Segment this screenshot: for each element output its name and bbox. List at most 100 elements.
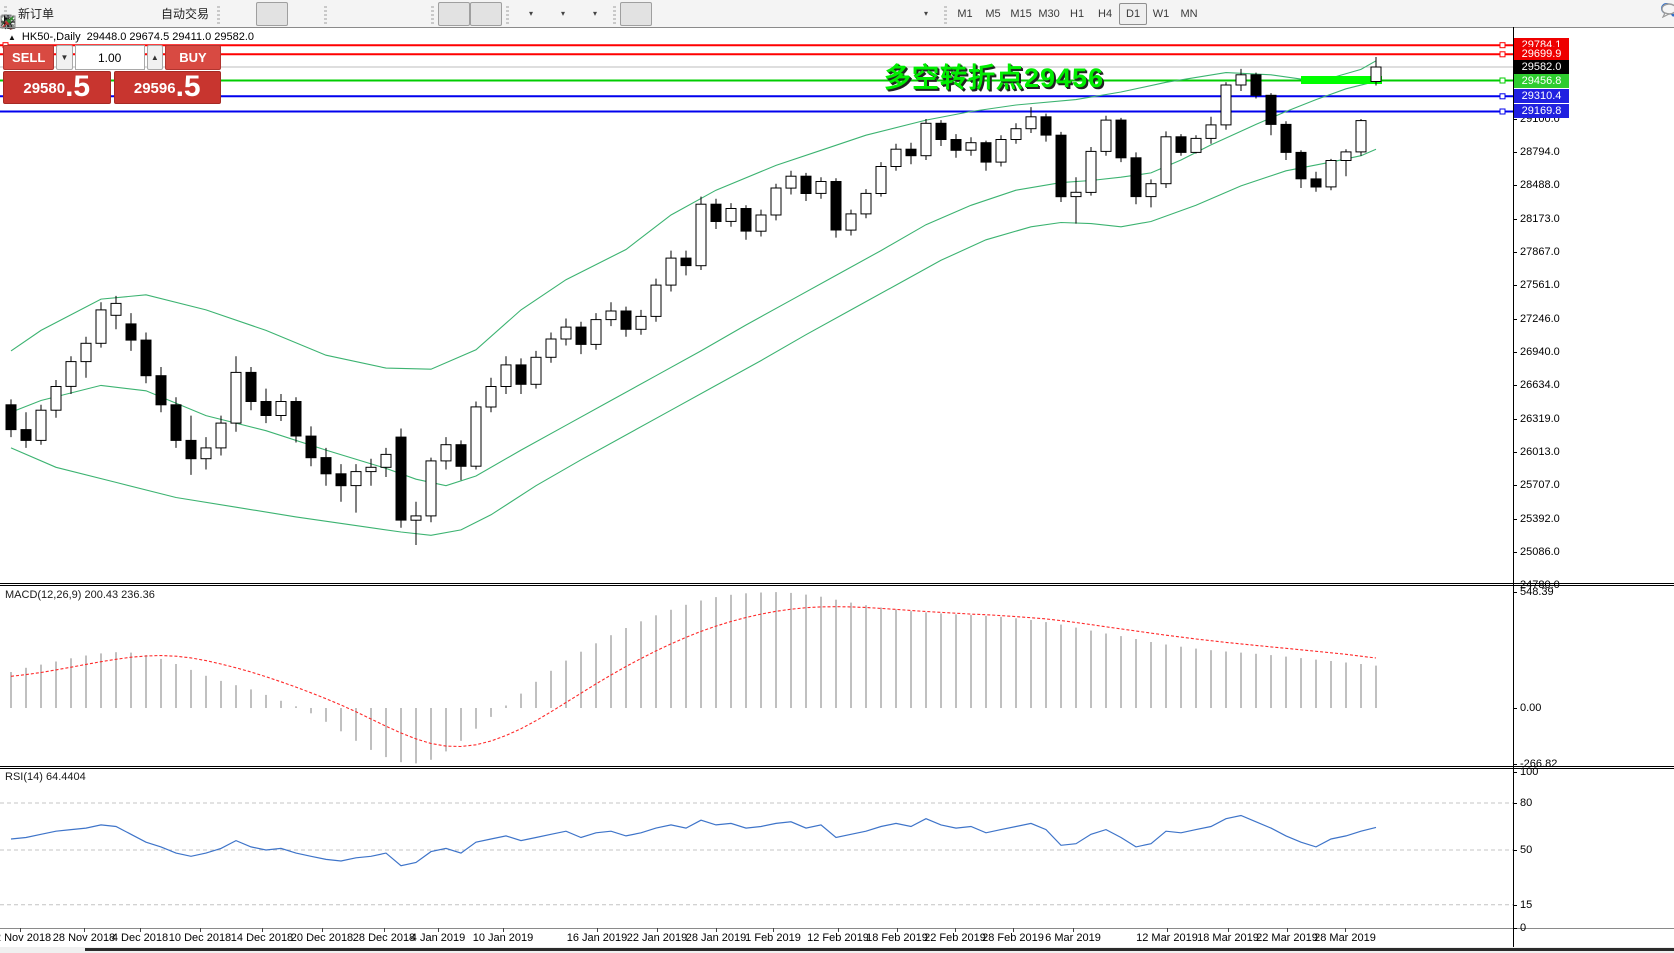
sell-button[interactable]: SELL [3, 45, 54, 70]
candle[interactable] [1341, 149, 1351, 176]
candle[interactable] [501, 356, 511, 394]
candle[interactable] [1296, 150, 1306, 188]
candle[interactable] [1356, 119, 1366, 156]
candle[interactable] [1131, 152, 1141, 204]
candle[interactable] [726, 203, 736, 227]
timeframe-h1-button[interactable]: H1 [1063, 3, 1091, 25]
timeframe-d1-button[interactable]: D1 [1119, 3, 1147, 25]
timeframe-m1-button[interactable]: M1 [951, 3, 979, 25]
rsi-pane[interactable] [0, 768, 1513, 928]
candle[interactable] [306, 426, 316, 466]
candle[interactable] [426, 458, 436, 523]
candle[interactable] [1071, 177, 1081, 223]
timeframe-m15-button[interactable]: M15 [1007, 3, 1035, 25]
volume-decrease-button[interactable]: ▼ [56, 45, 72, 70]
candle[interactable] [246, 367, 256, 410]
crayon-button[interactable] [58, 2, 90, 26]
candle[interactable] [1221, 82, 1231, 130]
candle[interactable] [1011, 123, 1021, 144]
candle[interactable] [291, 397, 301, 442]
candle[interactable] [231, 356, 241, 431]
channel-button[interactable]: E [780, 2, 812, 26]
candle[interactable] [441, 437, 451, 469]
candle[interactable] [846, 210, 856, 236]
auto-scroll-button[interactable] [438, 2, 470, 26]
candle[interactable] [666, 251, 676, 292]
indicators-button[interactable]: ▾ [577, 2, 609, 26]
candle[interactable] [1176, 134, 1186, 156]
chart-annotation-text[interactable]: 多空转折点29456 [884, 56, 1104, 95]
candle[interactable] [561, 319, 571, 346]
main-chart-pane[interactable] [0, 26, 1513, 583]
candle[interactable] [756, 210, 766, 237]
candle[interactable] [1326, 159, 1336, 190]
candle[interactable] [966, 137, 976, 155]
line-handle[interactable] [1500, 109, 1505, 114]
candle[interactable] [1281, 121, 1291, 160]
candle[interactable] [1086, 147, 1096, 196]
candle[interactable] [741, 205, 751, 240]
candle[interactable] [1056, 132, 1066, 202]
candle[interactable] [606, 302, 616, 326]
candle[interactable] [786, 171, 796, 195]
indicator-line[interactable] [11, 607, 1376, 747]
horizontal-scrollbar[interactable] [85, 948, 1674, 951]
candle[interactable] [1266, 93, 1276, 135]
arrows-button[interactable]: ▾ [908, 2, 940, 26]
text-button[interactable]: A [844, 2, 876, 26]
candle[interactable] [831, 178, 841, 237]
candle[interactable] [171, 397, 181, 448]
timeframe-mn-button[interactable]: MN [1175, 3, 1203, 25]
indicator-line[interactable] [11, 149, 1376, 535]
candle[interactable] [81, 337, 91, 378]
candle[interactable] [1371, 57, 1381, 86]
candle[interactable] [1311, 172, 1321, 192]
candle[interactable] [276, 394, 286, 421]
candle[interactable] [861, 189, 871, 218]
candle[interactable] [981, 141, 991, 171]
timeframe-m30-button[interactable]: M30 [1035, 3, 1063, 25]
sell-price[interactable]: 29580.5 [3, 71, 111, 104]
hline-button[interactable] [716, 2, 748, 26]
candle[interactable] [876, 162, 886, 197]
pane-separator[interactable] [0, 766, 1674, 767]
chevron-down-icon[interactable]: ▾ [529, 9, 533, 18]
volume-increase-button[interactable]: ▲ [147, 45, 163, 70]
candle[interactable] [486, 378, 496, 413]
candle[interactable] [591, 313, 601, 350]
crosshair-button[interactable] [652, 2, 684, 26]
candle[interactable] [51, 380, 61, 418]
cursor-button[interactable] [620, 2, 652, 26]
candle[interactable] [921, 119, 931, 160]
candle[interactable] [456, 440, 466, 480]
timeframe-m5-button[interactable]: M5 [979, 3, 1007, 25]
buy-button[interactable]: BUY [165, 45, 221, 70]
line-handle[interactable] [1500, 43, 1505, 48]
candle[interactable] [1206, 117, 1216, 144]
candle[interactable] [1116, 118, 1126, 162]
candle[interactable] [396, 429, 406, 528]
label-button[interactable]: T [876, 2, 908, 26]
candle[interactable] [381, 448, 391, 477]
candle[interactable] [1161, 131, 1171, 188]
candle[interactable] [471, 402, 481, 470]
line-handle[interactable] [1500, 94, 1505, 99]
indicator-line[interactable] [11, 61, 1376, 369]
candle[interactable] [201, 437, 211, 469]
candle[interactable] [696, 197, 706, 270]
candle[interactable] [546, 333, 556, 363]
indicator-line[interactable] [11, 816, 1376, 866]
vline-button[interactable] [684, 2, 716, 26]
candle[interactable] [1101, 116, 1111, 156]
chevron-down-icon[interactable]: ▾ [561, 9, 565, 18]
candle[interactable] [951, 134, 961, 158]
fibonacci-button[interactable]: F [812, 2, 844, 26]
timeframe-h4-button[interactable]: H4 [1091, 3, 1119, 25]
highlight-trendline[interactable] [1301, 76, 1382, 84]
candle[interactable] [936, 120, 946, 146]
candle[interactable] [996, 135, 1006, 166]
zoom-in-button[interactable] [331, 2, 363, 26]
candle[interactable] [96, 302, 106, 347]
signals-button[interactable] [122, 2, 154, 26]
candle[interactable] [216, 416, 226, 456]
